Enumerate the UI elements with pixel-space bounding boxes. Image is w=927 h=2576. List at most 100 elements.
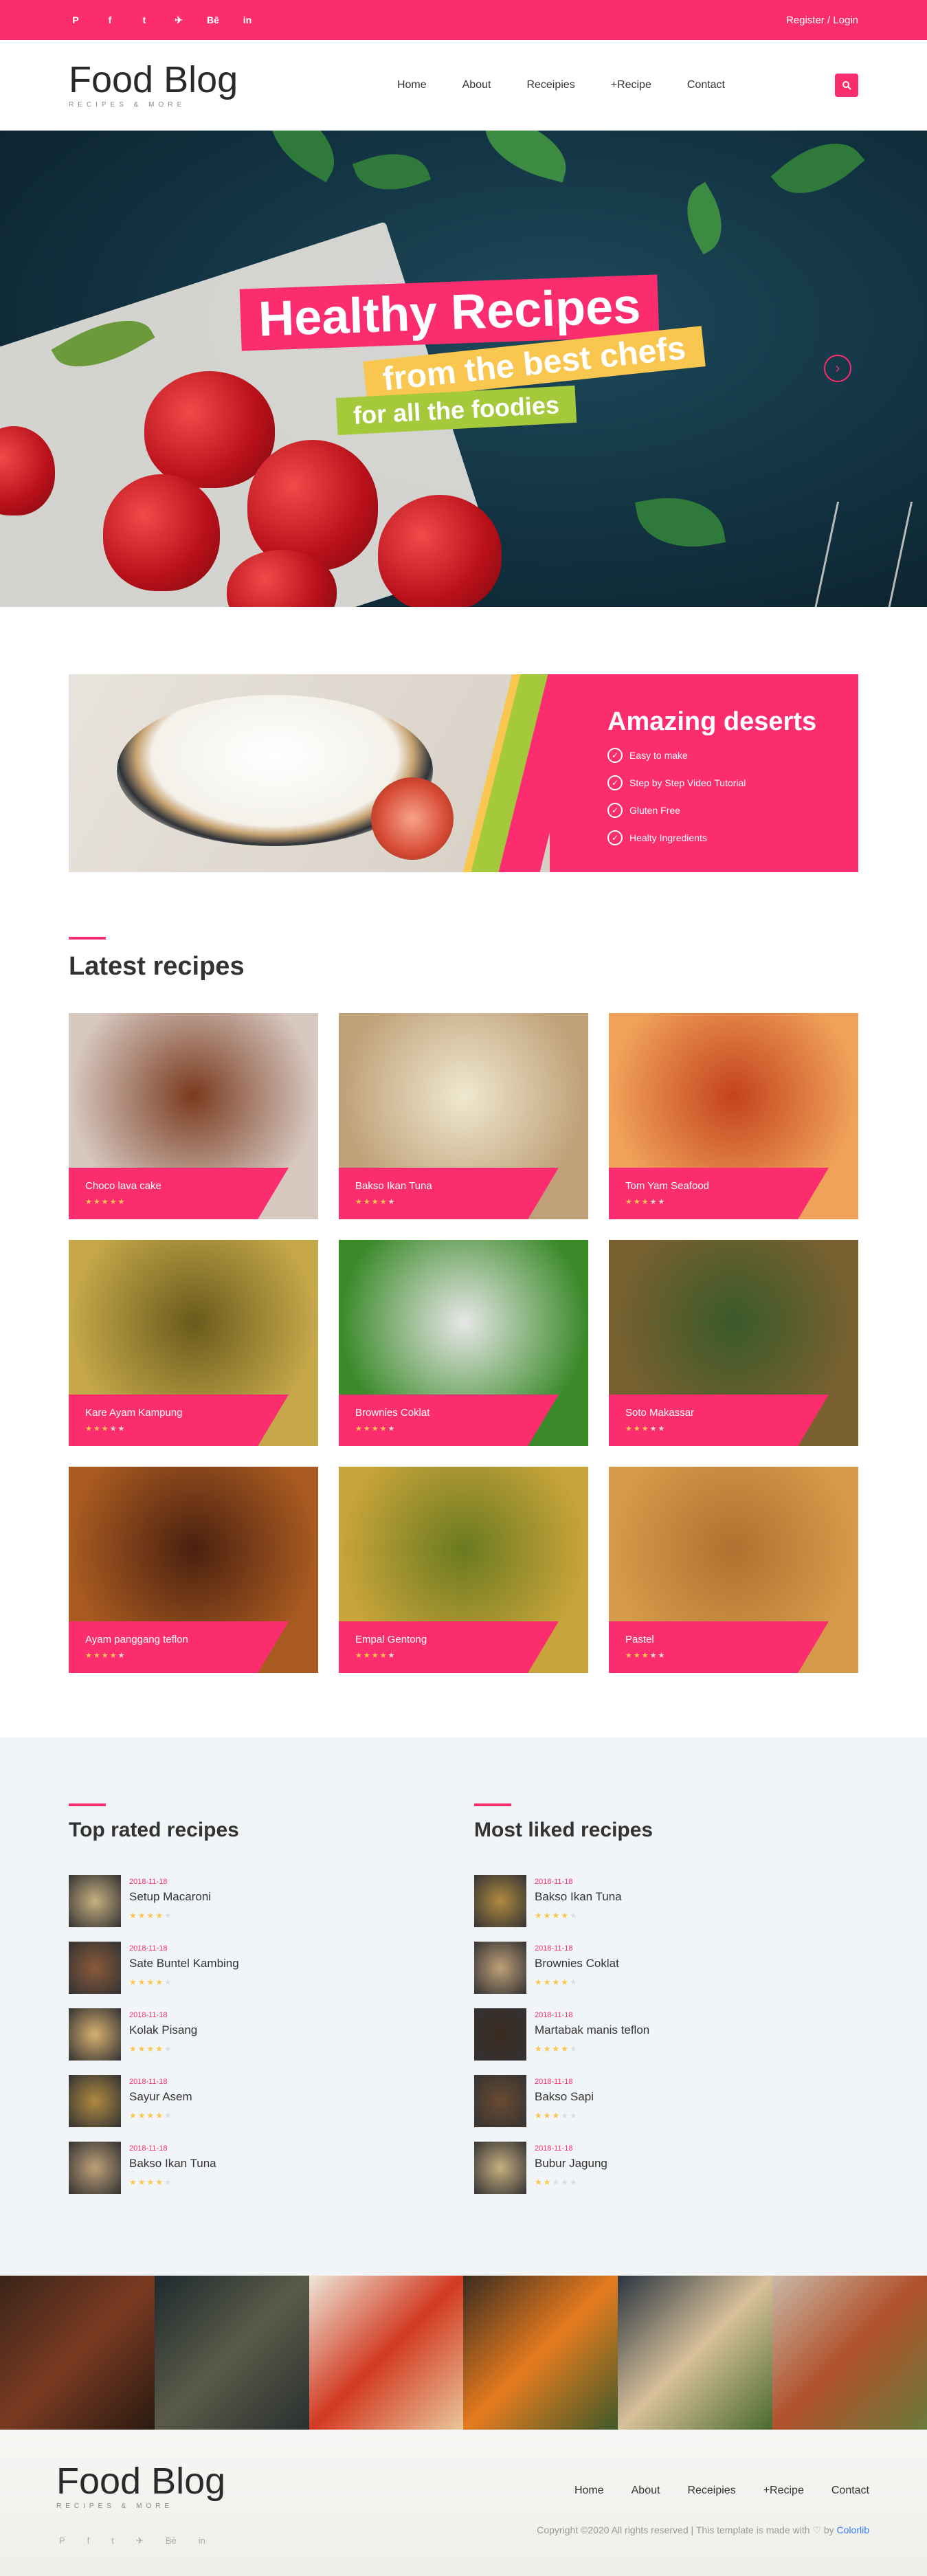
recipe-card[interactable]: Pastel ★★★★★	[609, 1467, 858, 1673]
footer-nav-contact[interactable]: Contact	[831, 2485, 869, 2497]
recipe-title: Tom Yam Seafood	[625, 1180, 710, 1192]
recipe-card[interactable]: Bakso Ikan Tuna ★★★★★	[339, 1013, 588, 1219]
strawberry-decoration	[144, 371, 275, 488]
recipe-card-label: Empal Gentong ★★★★★	[339, 1621, 559, 1673]
instagram-photo[interactable]	[154, 2276, 309, 2430]
list-item[interactable]: 2018-11-18 Martabak manis teflon ★★★★★	[474, 2008, 772, 2075]
top-rated-list: Top rated recipes 2018-11-18 Setup Macaro…	[69, 1803, 367, 2276]
section-accent-bar	[474, 1803, 511, 1806]
behance-icon[interactable]: Bē	[166, 2535, 177, 2546]
list-item[interactable]: 2018-11-18 Bakso Ikan Tuna ★★★★★	[69, 2142, 367, 2208]
twitter-icon[interactable]: t	[111, 2535, 114, 2546]
register-login-link[interactable]: Register / Login	[786, 14, 858, 26]
check-icon: ✓	[607, 830, 623, 845]
colorlib-link[interactable]: Colorlib	[837, 2524, 869, 2535]
check-icon: ✓	[607, 775, 623, 790]
promo-title: Amazing deserts	[607, 707, 817, 736]
most-liked-list: Most liked recipes 2018-11-18 Bakso Ikan …	[474, 1803, 772, 2276]
pinterest-icon[interactable]: P	[69, 14, 82, 26]
nav-home[interactable]: Home	[397, 79, 427, 91]
list-item[interactable]: 2018-11-18 Bakso Ikan Tuna ★★★★★	[474, 1875, 772, 1942]
footer-nav-add-recipe[interactable]: +Recipe	[763, 2485, 804, 2497]
footer-nav-home[interactable]: Home	[574, 2485, 604, 2497]
instagram-photo[interactable]	[618, 2276, 773, 2430]
list-item[interactable]: 2018-11-18 Setup Macaroni ★★★★★	[69, 1875, 367, 1942]
nav-about[interactable]: About	[462, 79, 491, 91]
recipe-title: Soto Makassar	[625, 1407, 695, 1419]
recipe-date: 2018-11-18	[129, 1878, 168, 1886]
list-item[interactable]: 2018-11-18 Sayur Asem ★★★★★	[69, 2075, 367, 2142]
promo-banner: Amazing deserts ✓ Easy to make ✓ Step by S…	[69, 674, 858, 872]
strawberry-decoration	[378, 495, 502, 607]
hero-titles: Healthy Recipes from the best chefs for …	[239, 274, 706, 436]
recipe-title: Kare Ayam Kampung	[85, 1407, 183, 1419]
recipe-thumbnail	[69, 1875, 121, 1927]
instagram-photo[interactable]	[772, 2276, 927, 2430]
list-item[interactable]: 2018-11-18 Sate Buntel Kambing ★★★★★	[69, 1942, 367, 2008]
linkedin-icon[interactable]: in	[241, 14, 254, 26]
facebook-icon[interactable]: f	[87, 2535, 90, 2546]
section-accent-bar	[69, 1803, 106, 1806]
list-item[interactable]: 2018-11-18 Bakso Sapi ★★★★★	[474, 2075, 772, 2142]
recipe-card[interactable]: Tom Yam Seafood ★★★★★	[609, 1013, 858, 1219]
recipe-card[interactable]: Empal Gentong ★★★★★	[339, 1467, 588, 1673]
instagram-photo[interactable]	[463, 2276, 618, 2430]
dribbble-icon[interactable]: ✈	[136, 2535, 144, 2546]
facebook-icon[interactable]: f	[103, 14, 117, 26]
recipe-date: 2018-11-18	[129, 2011, 168, 2019]
recipe-title: Bubur Jagung	[535, 2157, 607, 2170]
star-rating: ★★★★★	[625, 1425, 667, 1433]
nav-receipies[interactable]: Receipies	[526, 79, 574, 91]
recipe-title: Martabak manis teflon	[535, 2023, 650, 2036]
recipe-title: Choco lava cake	[85, 1180, 161, 1192]
recipe-title: Empal Gentong	[355, 1634, 427, 1645]
instagram-photo[interactable]	[309, 2276, 464, 2430]
star-rating: ★★★★★	[535, 1977, 579, 1987]
logo-name: Food Blog	[69, 59, 238, 100]
footer-nav-receipies[interactable]: Receipies	[687, 2485, 735, 2497]
recipe-card[interactable]: Choco lava cake ★★★★★	[69, 1013, 318, 1219]
recipe-title: Setup Macaroni	[129, 1890, 212, 1903]
list-item[interactable]: 2018-11-18 Kolak Pisang ★★★★★	[69, 2008, 367, 2075]
recipe-card[interactable]: Brownies Coklat ★★★★★	[339, 1240, 588, 1446]
behance-icon[interactable]: Bē	[206, 14, 220, 26]
dribbble-icon[interactable]: ✈	[172, 14, 186, 26]
slider-next-button[interactable]: ›	[824, 355, 851, 382]
recipe-title: Bakso Ikan Tuna	[355, 1180, 432, 1192]
pinterest-icon[interactable]: P	[59, 2535, 65, 2546]
star-rating: ★★★★★	[85, 1425, 126, 1433]
promo-item: ✓ Step by Step Video Tutorial	[607, 775, 816, 790]
recipe-date: 2018-11-18	[129, 1944, 168, 1953]
nav-contact[interactable]: Contact	[687, 79, 725, 91]
star-rating: ★★★★★	[625, 1652, 667, 1660]
site-header: Food Blog RECIPES & MORE Home About Rece…	[0, 40, 927, 131]
recipe-card[interactable]: Ayam panggang teflon ★★★★★	[69, 1467, 318, 1673]
star-rating: ★★★★★	[129, 1911, 173, 1920]
recipe-grid: Choco lava cake ★★★★★ Bakso Ikan Tuna ★★★★★…	[69, 1013, 858, 1673]
leaf-decoration	[672, 181, 737, 255]
recipe-card[interactable]: Soto Makassar ★★★★★	[609, 1240, 858, 1446]
recipe-lists-section: Top rated recipes 2018-11-18 Setup Macaro…	[0, 1737, 927, 2276]
list-item[interactable]: 2018-11-18 Brownies Coklat ★★★★★	[474, 1942, 772, 2008]
recipe-card[interactable]: Kare Ayam Kampung ★★★★★	[69, 1240, 318, 1446]
star-rating: ★★★★★	[129, 2111, 173, 2120]
check-icon: ✓	[607, 748, 623, 763]
recipe-title: Ayam panggang teflon	[85, 1634, 188, 1645]
linkedin-icon[interactable]: in	[199, 2535, 205, 2546]
footer-nav-about[interactable]: About	[632, 2485, 660, 2497]
twitter-icon[interactable]: t	[137, 14, 151, 26]
logo-tagline: RECIPES & MORE	[69, 101, 186, 109]
list-item[interactable]: 2018-11-18 Bubur Jagung ★★★★★	[474, 2142, 772, 2208]
star-rating: ★★★★★	[625, 1198, 667, 1206]
recipe-card-label: Pastel ★★★★★	[609, 1621, 829, 1673]
instagram-photo[interactable]	[0, 2276, 155, 2430]
star-rating: ★★★★★	[129, 1977, 173, 1987]
leaf-decoration	[254, 131, 350, 183]
logo[interactable]: Food Blog RECIPES & MORE	[69, 61, 238, 109]
chevron-right-icon: ›	[835, 360, 840, 376]
nav-add-recipe[interactable]: +Recipe	[611, 79, 651, 91]
recipe-date: 2018-11-18	[129, 2144, 168, 2153]
recipe-title: Bakso Sapi	[535, 2090, 594, 2103]
search-button[interactable]	[835, 73, 858, 97]
footer-nav: Home About Receipies +Recipe Contact	[574, 2485, 869, 2497]
